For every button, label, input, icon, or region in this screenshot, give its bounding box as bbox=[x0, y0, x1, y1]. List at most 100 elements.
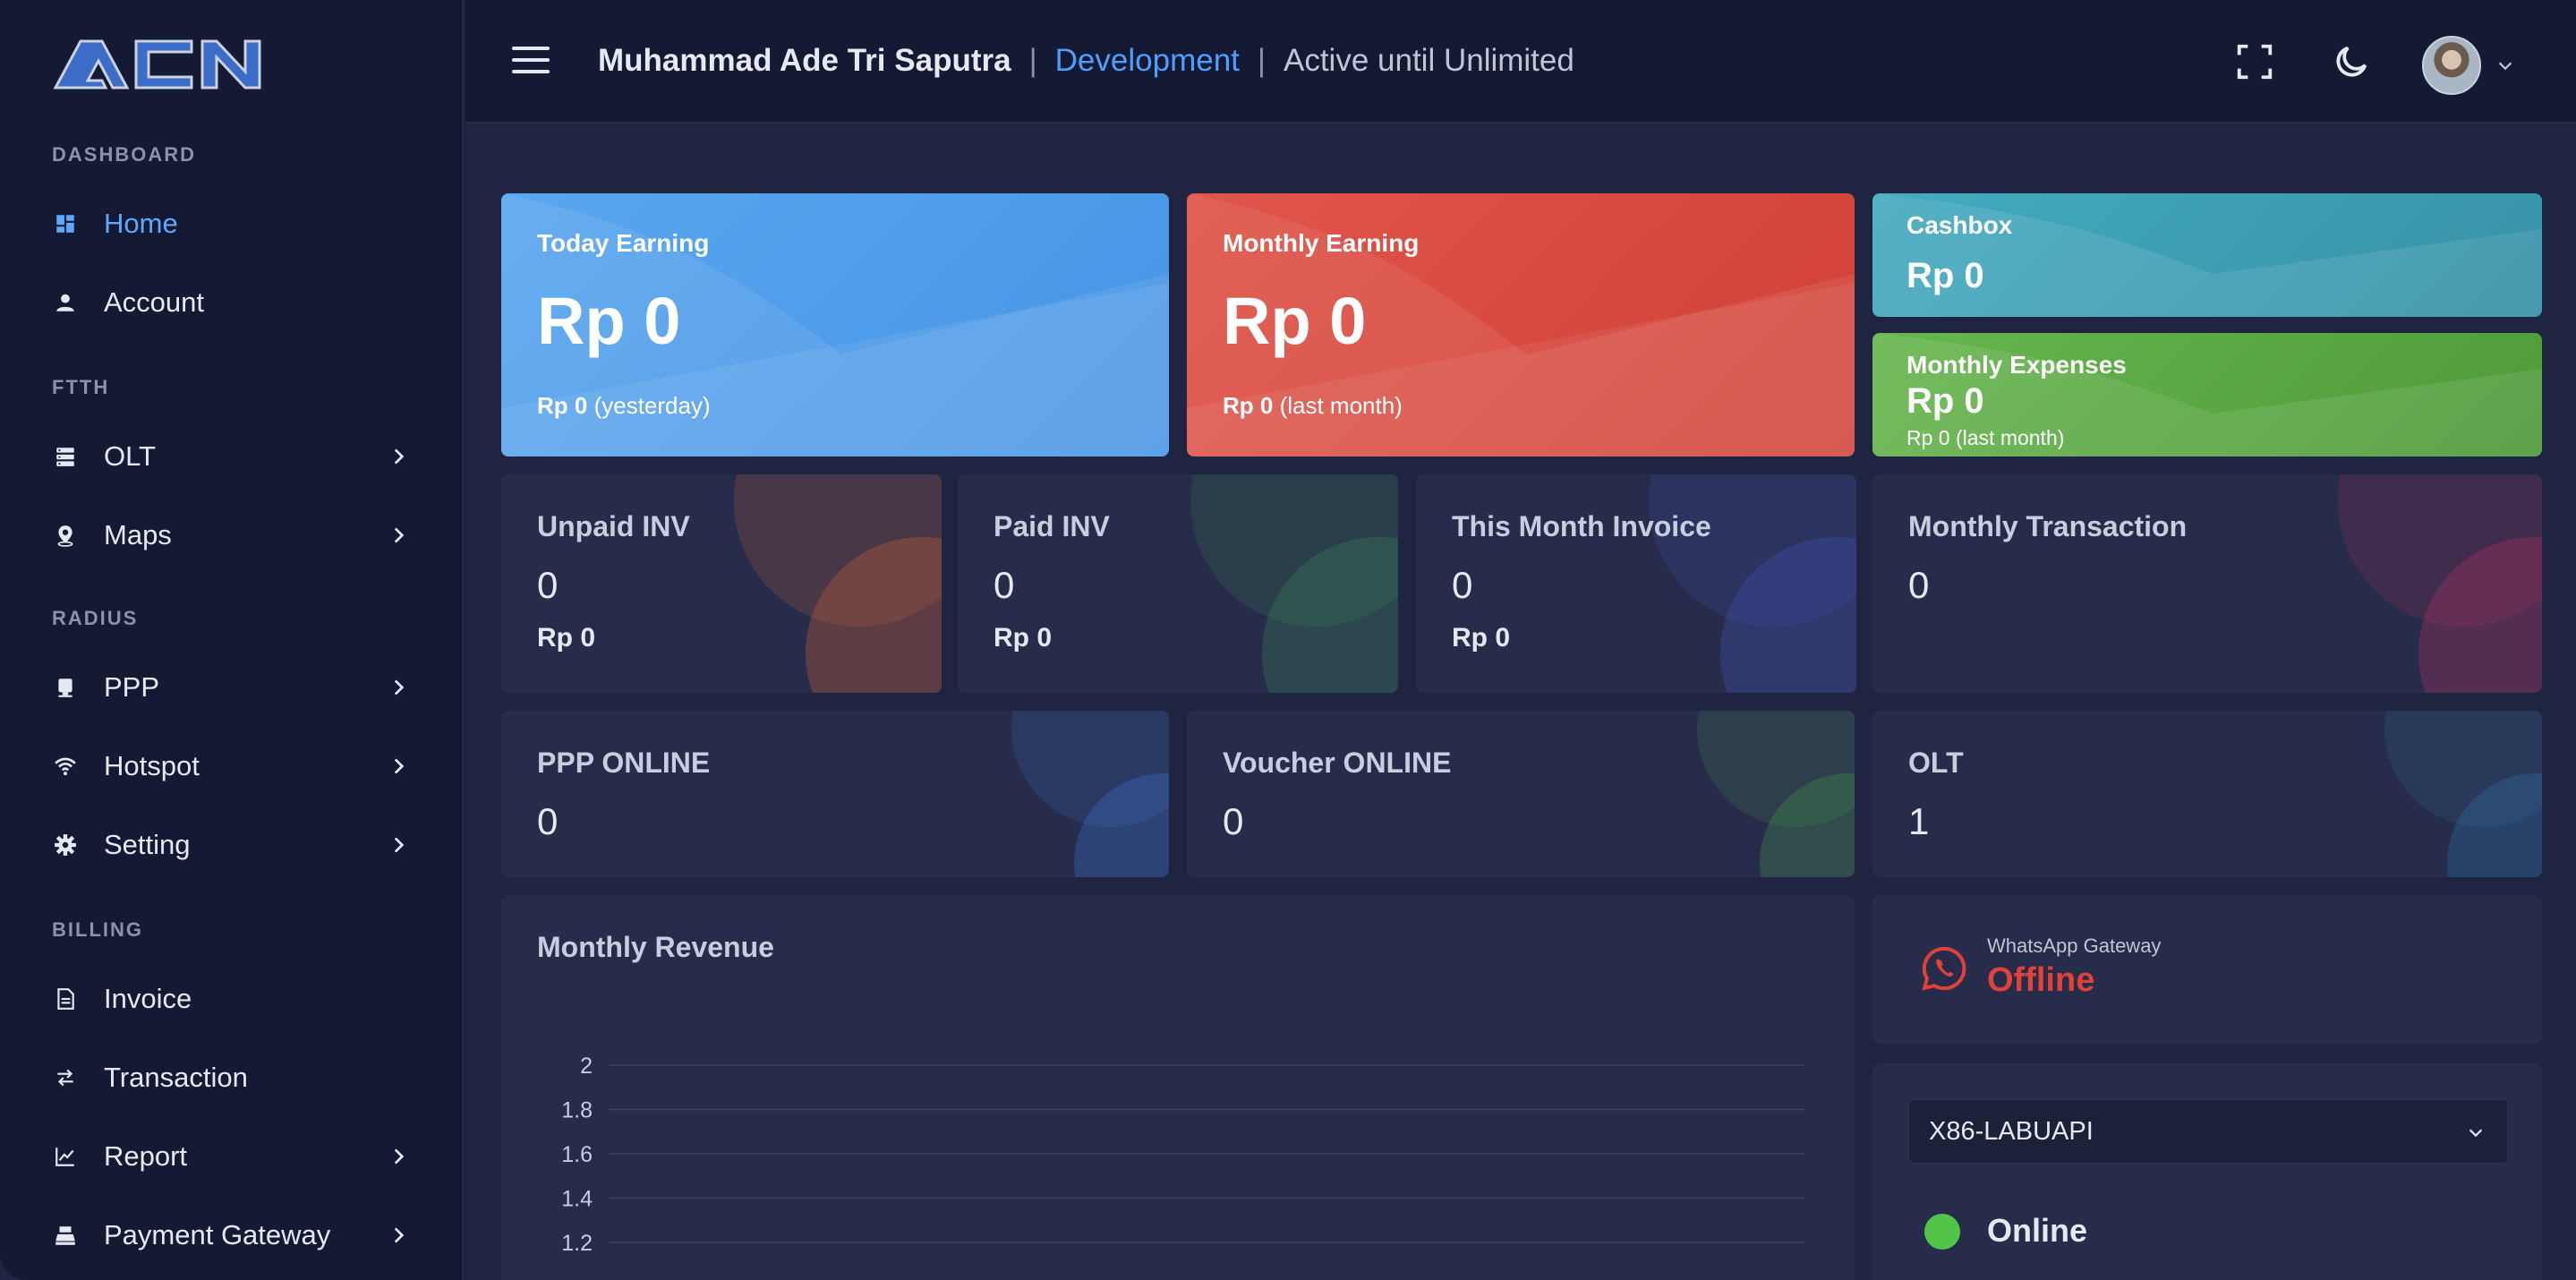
y-tick-label: 1.2 bbox=[561, 1231, 593, 1256]
sidebar-item-setting[interactable]: Setting bbox=[52, 818, 410, 872]
separator: | bbox=[1028, 43, 1037, 78]
sidebar-item-label: Report bbox=[104, 1140, 188, 1172]
hamburger-line bbox=[512, 58, 550, 62]
topbar: Muhammad Ade Tri Saputra | Development |… bbox=[465, 0, 2576, 124]
user-icon bbox=[52, 289, 79, 316]
paid-invoice-card[interactable]: Paid INV 0 Rp 0 bbox=[958, 474, 1398, 693]
fullscreen-icon[interactable] bbox=[2234, 41, 2275, 82]
card-value: Rp 0 bbox=[537, 284, 681, 358]
card-subtext: Rp 0 (yesterday) bbox=[537, 392, 711, 420]
card-count: 0 bbox=[1223, 800, 1244, 842]
chevron-down-icon[interactable] bbox=[2495, 55, 2515, 75]
whatsapp-gateway-card[interactable]: WhatsApp Gateway Offline bbox=[1872, 895, 2542, 1044]
cashbox-card[interactable]: Cashbox Rp 0 bbox=[1872, 193, 2542, 317]
card-title: Paid INV bbox=[994, 510, 1110, 542]
card-amount: Rp 0 bbox=[1452, 623, 1511, 653]
chevron-right-icon bbox=[394, 448, 405, 465]
router-select[interactable]: X86-LABUAPI bbox=[1908, 1099, 2508, 1164]
card-title: Unpaid INV bbox=[537, 510, 690, 542]
circle-decoration bbox=[1697, 711, 1855, 877]
circle-decoration bbox=[734, 474, 942, 693]
card-title: This Month Invoice bbox=[1452, 510, 1711, 542]
ppp-online-card[interactable]: PPP ONLINE 0 bbox=[501, 711, 1169, 877]
sidebar-item-label: Home bbox=[104, 208, 178, 239]
card-title: OLT bbox=[1908, 747, 1964, 779]
sidebar-item-label: Hotspot bbox=[104, 750, 200, 781]
card-amount: Rp 0 bbox=[537, 623, 596, 653]
monthly-revenue-card: Monthly Revenue 2 1.8 1.6 1.4 1.2 bbox=[501, 895, 1855, 1280]
sidebar-item-transaction[interactable]: Transaction bbox=[52, 1051, 410, 1105]
sidebar-item-report[interactable]: Report bbox=[52, 1130, 410, 1183]
hamburger-line bbox=[512, 70, 550, 73]
sidebar-item-label: Account bbox=[104, 286, 205, 318]
account-info: Muhammad Ade Tri Saputra | Development |… bbox=[598, 43, 1574, 79]
sidebar-item-olt[interactable]: OLT bbox=[52, 430, 410, 483]
gear-icon bbox=[52, 832, 79, 858]
section-ftth: FTTH bbox=[52, 376, 110, 398]
y-tick-label: 1.6 bbox=[561, 1142, 593, 1167]
gateway-label: WhatsApp Gateway bbox=[1987, 934, 2162, 957]
card-title: PPP ONLINE bbox=[537, 747, 711, 779]
card-count: 0 bbox=[1452, 564, 1473, 606]
sidebar: DASHBOARD Home Account FTTH OLT Maps RAD… bbox=[0, 0, 464, 1280]
avatar[interactable] bbox=[2422, 36, 2481, 95]
sub-label: (last month) bbox=[1279, 392, 1403, 419]
separator: | bbox=[1257, 43, 1266, 78]
card-title: Monthly Expenses bbox=[1906, 351, 2127, 379]
line-chart-icon bbox=[52, 1143, 79, 1170]
circle-decoration bbox=[1190, 474, 1398, 693]
sub-label: (yesterday) bbox=[593, 392, 711, 419]
unpaid-invoice-card[interactable]: Unpaid INV 0 Rp 0 bbox=[501, 474, 942, 693]
user-name: Muhammad Ade Tri Saputra bbox=[598, 43, 1011, 78]
whatsapp-icon bbox=[1922, 946, 1966, 991]
sidebar-item-label: Maps bbox=[104, 519, 172, 550]
server-icon bbox=[52, 443, 79, 470]
monthly-earning-card[interactable]: Monthly Earning Rp 0 Rp 0 (last month) bbox=[1187, 193, 1855, 457]
acn-logo[interactable] bbox=[50, 34, 265, 93]
card-title: Voucher ONLINE bbox=[1223, 747, 1452, 779]
chevron-right-icon bbox=[394, 758, 405, 774]
moon-icon[interactable] bbox=[2331, 41, 2372, 82]
menu-toggle-button[interactable] bbox=[512, 47, 550, 77]
sidebar-item-account[interactable]: Account bbox=[52, 276, 410, 329]
circle-decoration bbox=[1649, 474, 1856, 693]
card-amount: Rp 0 bbox=[994, 623, 1053, 653]
sidebar-item-invoice[interactable]: Invoice bbox=[52, 972, 410, 1026]
section-dashboard: DASHBOARD bbox=[52, 143, 196, 166]
chevron-right-icon bbox=[394, 1227, 405, 1243]
sidebar-item-payment-gateway[interactable]: Payment Gateway bbox=[52, 1208, 410, 1262]
wifi-icon bbox=[52, 753, 79, 780]
chevron-right-icon bbox=[394, 679, 405, 695]
voucher-online-card[interactable]: Voucher ONLINE 0 bbox=[1187, 711, 1855, 877]
swap-arrows-icon bbox=[52, 1064, 79, 1091]
card-value: Rp 0 bbox=[1906, 381, 1984, 421]
sidebar-item-label: Setting bbox=[104, 829, 191, 860]
sidebar-item-maps[interactable]: Maps bbox=[52, 508, 410, 562]
card-title: Monthly Earning bbox=[1223, 229, 1420, 257]
card-count: 0 bbox=[537, 800, 559, 842]
router-select-value: X86-LABUAPI bbox=[1929, 1116, 2094, 1146]
monthly-transaction-card[interactable]: Monthly Transaction 0 bbox=[1872, 474, 2542, 693]
grid-icon bbox=[52, 210, 79, 237]
card-title: Today Earning bbox=[537, 229, 710, 257]
y-tick-label: 1.4 bbox=[561, 1187, 593, 1212]
chevron-right-icon bbox=[394, 837, 405, 853]
router-status: Online bbox=[1987, 1212, 2088, 1249]
today-earning-card[interactable]: Today Earning Rp 0 Rp 0 (yesterday) bbox=[501, 193, 1169, 457]
sidebar-item-home[interactable]: Home bbox=[52, 197, 410, 251]
monthly-expenses-card[interactable]: Monthly Expenses Rp 0 Rp 0 (last month) bbox=[1872, 333, 2542, 457]
sidebar-item-ppp[interactable]: PPP bbox=[52, 661, 410, 714]
olt-card[interactable]: OLT 1 bbox=[1872, 711, 2542, 877]
sidebar-item-label: OLT bbox=[104, 440, 156, 472]
card-subtext: Rp 0 (last month) bbox=[1906, 426, 2065, 449]
gateway-status: Offline bbox=[1987, 961, 2095, 999]
hamburger-line bbox=[512, 47, 550, 50]
sidebar-item-hotspot[interactable]: Hotspot bbox=[52, 739, 410, 793]
sidebar-item-label: Payment Gateway bbox=[104, 1219, 331, 1250]
y-tick-label: 1.8 bbox=[561, 1098, 593, 1123]
circle-decoration bbox=[2338, 474, 2542, 693]
sub-value: Rp 0 bbox=[1223, 392, 1274, 419]
revenue-chart: 2 1.8 1.6 1.4 1.2 bbox=[561, 1054, 1804, 1256]
card-count: 0 bbox=[994, 564, 1015, 606]
this-month-invoice-card[interactable]: This Month Invoice 0 Rp 0 bbox=[1416, 474, 1856, 693]
